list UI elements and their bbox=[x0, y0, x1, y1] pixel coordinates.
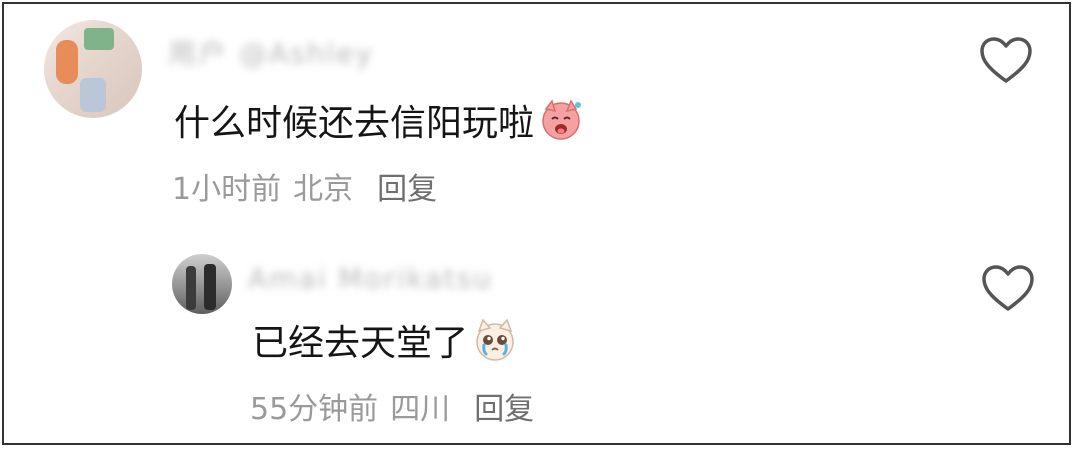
comment-meta: 1小时前 北京 回复 bbox=[172, 164, 437, 208]
comment-text: 已经去天堂了 bbox=[252, 323, 469, 364]
avatar-blur-shape bbox=[186, 266, 196, 310]
reply-button[interactable]: 回复 bbox=[377, 172, 437, 207]
comment-content: 已经去天堂了 bbox=[252, 314, 518, 366]
avatar-blur-shape bbox=[84, 28, 114, 50]
heart-outline-icon bbox=[982, 265, 1034, 311]
comment-location: 四川 bbox=[390, 392, 451, 427]
smiling-pink-cat-emoji-svg bbox=[542, 99, 582, 140]
comment-item: 用户 @Ashley 什么时候还去信阳玩啦 1小时前 北京 回复 bbox=[44, 20, 1044, 210]
crying-cat-emoji-icon bbox=[472, 317, 518, 363]
comment-content: 什么时候还去信阳玩啦 bbox=[174, 94, 584, 146]
comment-text: 什么时候还去信阳玩啦 bbox=[174, 103, 535, 144]
comment-time: 55分钟前 bbox=[250, 392, 379, 427]
username[interactable]: 用户 @Ashley bbox=[168, 32, 374, 72]
comment-location: 北京 bbox=[293, 172, 354, 207]
heart-outline-icon bbox=[980, 37, 1032, 83]
crying-cat-emoji-svg bbox=[476, 318, 514, 361]
avatar[interactable] bbox=[44, 20, 142, 118]
reply-button[interactable]: 回复 bbox=[474, 392, 534, 427]
comment-time: 1小时前 bbox=[172, 172, 282, 207]
reply-item: Amai Morikatsu 已经去天堂了 55分钟前 四川 回复 bbox=[166, 250, 1046, 440]
comment-thread-panel: 用户 @Ashley 什么时候还去信阳玩啦 1小时前 北京 回复 Amai Mo… bbox=[2, 2, 1071, 445]
like-button[interactable] bbox=[978, 36, 1034, 86]
username[interactable]: Amai Morikatsu bbox=[248, 262, 493, 295]
smiling-pink-cat-emoji-icon bbox=[538, 97, 584, 143]
like-button[interactable] bbox=[980, 264, 1036, 314]
avatar[interactable] bbox=[172, 254, 232, 314]
avatar-blur-shape bbox=[56, 40, 78, 84]
avatar-blur-shape bbox=[204, 264, 216, 310]
avatar-blur-shape bbox=[80, 78, 106, 112]
comment-meta: 55分钟前 四川 回复 bbox=[250, 384, 534, 428]
